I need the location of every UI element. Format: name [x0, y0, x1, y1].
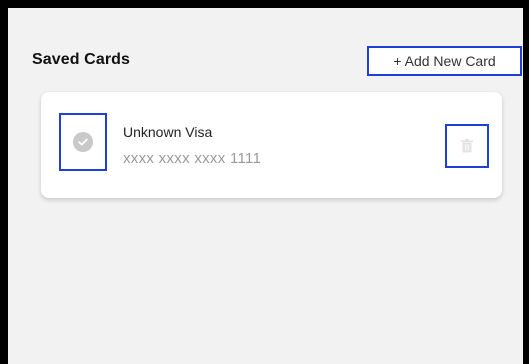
saved-card-item[interactable]: Unknown Visa xxxx xxxx xxxx 1111: [41, 92, 502, 198]
card-name: Unknown Visa: [123, 124, 213, 140]
check-circle-icon: [73, 132, 93, 152]
trash-icon: [461, 139, 473, 153]
delete-card-button[interactable]: [445, 124, 489, 168]
saved-cards-header: Saved Cards + Add New Card: [32, 46, 522, 76]
card-number: xxxx xxxx xxxx 1111: [123, 150, 262, 167]
checkmark-icon: [78, 138, 88, 146]
card-select-toggle[interactable]: [59, 113, 107, 171]
app-frame: Saved Cards + Add New Card Unknown Visa …: [0, 0, 529, 364]
page-title: Saved Cards: [32, 51, 131, 68]
add-new-card-button[interactable]: + Add New Card: [367, 46, 522, 76]
